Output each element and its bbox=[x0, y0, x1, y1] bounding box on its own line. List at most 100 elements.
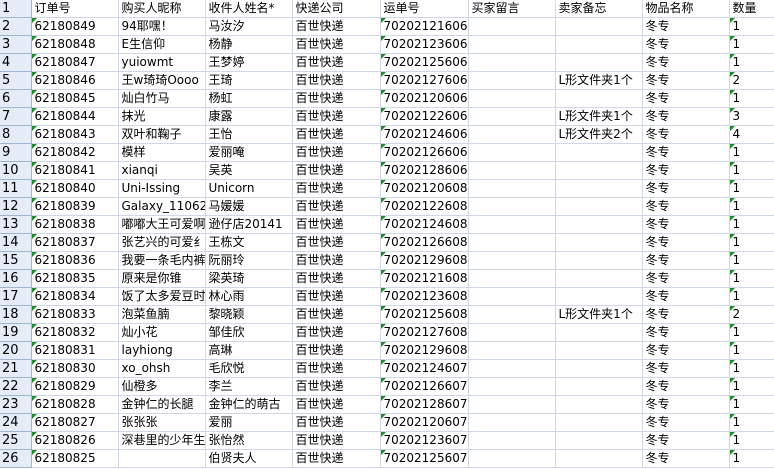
table-cell[interactable] bbox=[468, 395, 556, 414]
table-cell[interactable]: 1 bbox=[729, 251, 774, 270]
table-cell[interactable]: 张怡然 bbox=[205, 431, 293, 450]
table-cell[interactable]: 62180841 bbox=[31, 161, 119, 180]
table-cell[interactable]: 杨静 bbox=[205, 35, 293, 54]
table-cell[interactable]: 冬专 bbox=[642, 53, 730, 72]
table-cell[interactable]: 1 bbox=[729, 395, 774, 414]
table-cell[interactable]: 百世快递 bbox=[292, 107, 381, 126]
table-cell[interactable]: 冬专 bbox=[642, 161, 730, 180]
table-cell[interactable]: 62180837 bbox=[31, 233, 119, 252]
table-cell[interactable] bbox=[555, 431, 643, 450]
table-cell[interactable]: 1 bbox=[729, 323, 774, 342]
table-cell[interactable]: Uni-Issing bbox=[118, 179, 206, 198]
column-header-cell[interactable]: 数量 bbox=[729, 0, 774, 18]
table-cell[interactable]: 1 bbox=[729, 161, 774, 180]
table-cell[interactable]: 4 bbox=[729, 125, 774, 144]
row-number[interactable]: 17 bbox=[0, 287, 32, 306]
table-cell[interactable] bbox=[555, 197, 643, 216]
table-cell[interactable]: 冬专 bbox=[642, 449, 730, 468]
table-cell[interactable]: 百世快递 bbox=[292, 161, 381, 180]
table-cell[interactable]: 百世快递 bbox=[292, 305, 381, 324]
row-number[interactable]: 14 bbox=[0, 233, 32, 252]
table-cell[interactable]: 百世快递 bbox=[292, 341, 381, 360]
table-cell[interactable]: 70202120607995 bbox=[380, 413, 469, 432]
table-cell[interactable]: 62180834 bbox=[31, 287, 119, 306]
table-cell[interactable]: 百世快递 bbox=[292, 53, 381, 72]
column-header-cell[interactable]: 收件人姓名* bbox=[205, 0, 293, 18]
table-cell[interactable]: 62180846 bbox=[31, 71, 119, 90]
row-number[interactable]: 6 bbox=[0, 89, 32, 108]
table-cell[interactable] bbox=[468, 287, 556, 306]
table-cell[interactable]: 金钟仁的长腿 bbox=[118, 395, 206, 414]
row-number[interactable]: 4 bbox=[0, 53, 32, 72]
table-cell[interactable]: 62180842 bbox=[31, 143, 119, 162]
table-cell[interactable]: 灿小花 bbox=[118, 323, 206, 342]
row-number[interactable]: 20 bbox=[0, 341, 32, 360]
column-header-cell[interactable]: 快递公司 bbox=[292, 0, 381, 18]
table-cell[interactable]: xo_ohsh bbox=[118, 359, 206, 378]
table-cell[interactable]: 阮丽玲 bbox=[205, 251, 293, 270]
table-cell[interactable]: 70202126608765 bbox=[380, 233, 469, 252]
table-cell[interactable] bbox=[468, 449, 556, 468]
row-number[interactable]: 21 bbox=[0, 359, 32, 378]
table-cell[interactable]: 1 bbox=[729, 89, 774, 108]
table-cell[interactable]: 双叶和鞠子 bbox=[118, 125, 206, 144]
table-cell[interactable] bbox=[555, 53, 643, 72]
row-number[interactable]: 13 bbox=[0, 215, 32, 234]
table-cell[interactable]: L形文件夹1个 bbox=[555, 107, 643, 126]
table-cell[interactable]: 冬专 bbox=[642, 89, 730, 108]
table-cell[interactable]: 1 bbox=[729, 233, 774, 252]
row-number[interactable]: 12 bbox=[0, 197, 32, 216]
table-cell[interactable]: 1 bbox=[729, 377, 774, 396]
table-cell[interactable]: 70202127608760 bbox=[380, 323, 469, 342]
table-cell[interactable]: 泡菜鱼腩 bbox=[118, 305, 206, 324]
column-header-cell[interactable]: 物品名称 bbox=[642, 0, 730, 18]
table-cell[interactable]: 王w琦琦Oooo bbox=[118, 71, 206, 90]
row-number[interactable]: 9 bbox=[0, 143, 32, 162]
table-cell[interactable]: 1 bbox=[729, 179, 774, 198]
table-cell[interactable]: 百世快递 bbox=[292, 197, 381, 216]
table-cell[interactable] bbox=[555, 215, 643, 234]
table-cell[interactable]: yuiowmt bbox=[118, 53, 206, 72]
table-cell[interactable]: 张艺兴的可爱纟 bbox=[118, 233, 206, 252]
table-cell[interactable]: 62180843 bbox=[31, 125, 119, 144]
table-cell[interactable]: 邹佳欣 bbox=[205, 323, 293, 342]
row-number[interactable]: 11 bbox=[0, 179, 32, 198]
table-cell[interactable]: 冬专 bbox=[642, 71, 730, 90]
table-cell[interactable]: 百世快递 bbox=[292, 377, 381, 396]
table-cell[interactable]: 冬专 bbox=[642, 125, 730, 144]
table-cell[interactable] bbox=[555, 287, 643, 306]
table-cell[interactable]: 62180829 bbox=[31, 377, 119, 396]
table-cell[interactable] bbox=[468, 305, 556, 324]
table-cell[interactable]: layhiong bbox=[118, 341, 206, 360]
table-cell[interactable]: 爱丽唵 bbox=[205, 143, 293, 162]
table-cell[interactable]: 70202125608761 bbox=[380, 305, 469, 324]
table-cell[interactable]: 冬专 bbox=[642, 395, 730, 414]
table-cell[interactable] bbox=[468, 35, 556, 54]
table-cell[interactable]: 1 bbox=[729, 35, 774, 54]
table-cell[interactable] bbox=[468, 269, 556, 288]
table-cell[interactable] bbox=[468, 71, 556, 90]
table-cell[interactable]: 康露 bbox=[205, 107, 293, 126]
table-cell[interactable] bbox=[468, 197, 556, 216]
table-cell[interactable]: 70202129608759 bbox=[380, 341, 469, 360]
table-cell[interactable]: 百世快递 bbox=[292, 233, 381, 252]
table-cell[interactable]: 70202124608766 bbox=[380, 215, 469, 234]
table-cell[interactable]: 逊仔店20141 bbox=[205, 215, 293, 234]
table-cell[interactable] bbox=[555, 323, 643, 342]
row-number[interactable]: 18 bbox=[0, 305, 32, 324]
table-cell[interactable] bbox=[555, 359, 643, 378]
table-cell[interactable]: 梁英琦 bbox=[205, 269, 293, 288]
table-cell[interactable]: 62180832 bbox=[31, 323, 119, 342]
table-cell[interactable]: 百世快递 bbox=[292, 449, 381, 468]
table-cell[interactable]: 62180828 bbox=[31, 395, 119, 414]
table-cell[interactable] bbox=[555, 143, 643, 162]
row-number[interactable]: 7 bbox=[0, 107, 32, 126]
table-cell[interactable]: 62180825 bbox=[31, 449, 119, 468]
table-cell[interactable]: 杨虹 bbox=[205, 89, 293, 108]
table-cell[interactable]: 1 bbox=[729, 449, 774, 468]
table-cell[interactable]: Unicorn bbox=[205, 179, 293, 198]
table-cell[interactable]: 冬专 bbox=[642, 233, 730, 252]
table-cell[interactable]: 灿白竹马 bbox=[118, 89, 206, 108]
table-cell[interactable]: 70202121608763 bbox=[380, 269, 469, 288]
table-cell[interactable]: 1 bbox=[729, 269, 774, 288]
